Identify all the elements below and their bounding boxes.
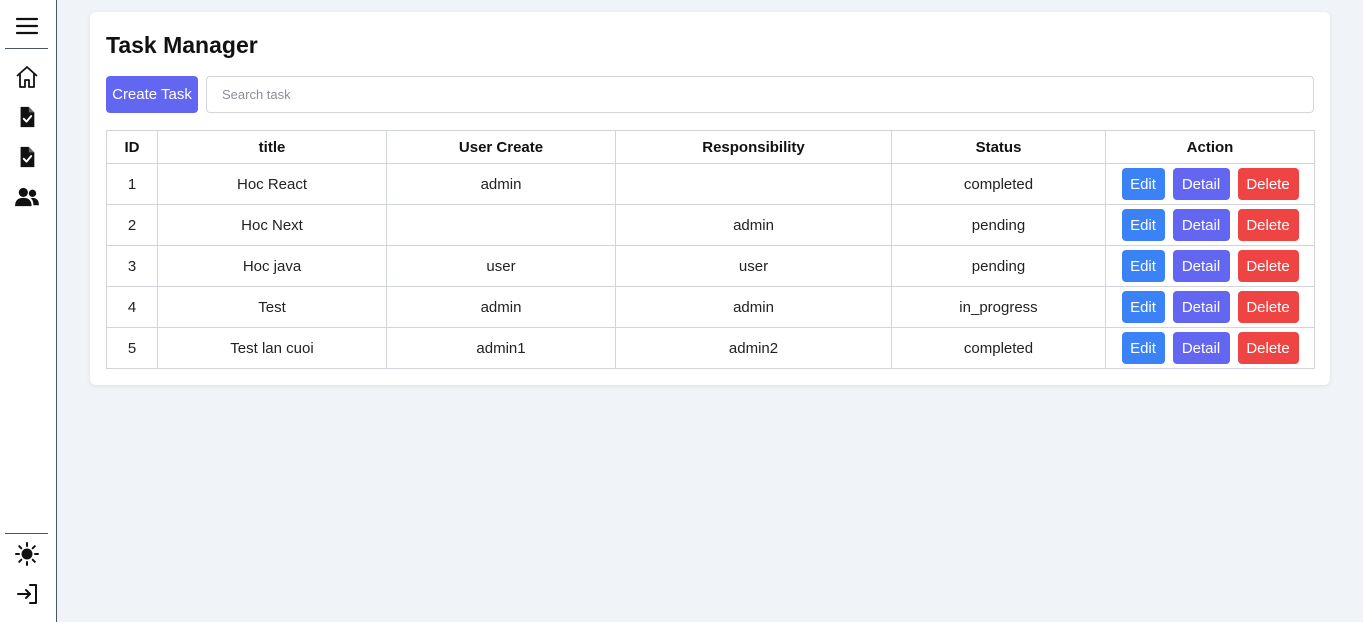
header-id: ID bbox=[106, 130, 158, 164]
header-responsibility: Responsibility bbox=[615, 130, 892, 164]
create-task-button[interactable]: Create Task bbox=[106, 76, 198, 113]
header-user-create: User Create bbox=[386, 130, 616, 164]
sidebar bbox=[0, 0, 57, 622]
detail-button[interactable]: Detail bbox=[1172, 209, 1230, 241]
cell-id: 5 bbox=[106, 327, 158, 369]
header-action: Action bbox=[1105, 130, 1315, 164]
page-title: Task Manager bbox=[106, 32, 258, 58]
sun-theme-icon[interactable] bbox=[12, 539, 42, 569]
cell-actions: Edit Detail Delete bbox=[1105, 286, 1315, 328]
users-icon[interactable] bbox=[12, 182, 42, 212]
task-manager-card: Task Manager Create Task ID title User C… bbox=[90, 12, 1330, 385]
delete-button[interactable]: Delete bbox=[1237, 209, 1299, 241]
cell-title: Test bbox=[157, 286, 387, 328]
cell-title: Hoc java bbox=[157, 245, 387, 287]
sidebar-divider-top bbox=[5, 48, 48, 49]
home-icon[interactable] bbox=[12, 62, 42, 92]
detail-button[interactable]: Detail bbox=[1172, 250, 1230, 282]
table-header-row: ID title User Create Responsibility Stat… bbox=[106, 130, 1315, 164]
cell-responsibility bbox=[615, 163, 892, 205]
cell-status: in_progress bbox=[891, 286, 1106, 328]
cell-actions: Edit Detail Delete bbox=[1105, 245, 1315, 287]
cell-actions: Edit Detail Delete bbox=[1105, 163, 1315, 205]
logout-icon[interactable] bbox=[12, 579, 42, 609]
delete-button[interactable]: Delete bbox=[1237, 291, 1299, 323]
cell-actions: Edit Detail Delete bbox=[1105, 204, 1315, 246]
table-row: 5 Test lan cuoi admin1 admin2 completed … bbox=[106, 327, 1315, 369]
cell-responsibility: admin2 bbox=[615, 327, 892, 369]
cell-user-create: admin bbox=[386, 163, 616, 205]
menu-icon[interactable] bbox=[12, 11, 42, 41]
table-row: 2 Hoc Next admin pending Edit Detail Del… bbox=[106, 204, 1315, 246]
cell-status: completed bbox=[891, 163, 1106, 205]
cell-id: 2 bbox=[106, 204, 158, 246]
cell-status: completed bbox=[891, 327, 1106, 369]
table-row: 3 Hoc java user user pending Edit Detail… bbox=[106, 245, 1315, 287]
table-row: 1 Hoc React admin completed Edit Detail … bbox=[106, 163, 1315, 205]
cell-user-create: admin bbox=[386, 286, 616, 328]
edit-button[interactable]: Edit bbox=[1121, 209, 1165, 241]
cell-actions: Edit Detail Delete bbox=[1105, 327, 1315, 369]
edit-button[interactable]: Edit bbox=[1121, 291, 1165, 323]
edit-button[interactable]: Edit bbox=[1121, 250, 1165, 282]
cell-responsibility: admin bbox=[615, 204, 892, 246]
delete-button[interactable]: Delete bbox=[1237, 168, 1299, 200]
cell-id: 4 bbox=[106, 286, 158, 328]
edit-button[interactable]: Edit bbox=[1121, 168, 1165, 200]
cell-user-create bbox=[386, 204, 616, 246]
delete-button[interactable]: Delete bbox=[1237, 250, 1299, 282]
cell-responsibility: user bbox=[615, 245, 892, 287]
header-status: Status bbox=[891, 130, 1106, 164]
delete-button[interactable]: Delete bbox=[1237, 332, 1299, 364]
task-table: ID title User Create Responsibility Stat… bbox=[106, 130, 1315, 369]
cell-id: 1 bbox=[106, 163, 158, 205]
search-input[interactable] bbox=[206, 76, 1314, 113]
cell-title: Hoc React bbox=[157, 163, 387, 205]
detail-button[interactable]: Detail bbox=[1172, 291, 1230, 323]
detail-button[interactable]: Detail bbox=[1172, 168, 1230, 200]
cell-title: Test lan cuoi bbox=[157, 327, 387, 369]
header-title: title bbox=[157, 130, 387, 164]
sidebar-divider-bottom bbox=[5, 533, 48, 534]
cell-id: 3 bbox=[106, 245, 158, 287]
cell-user-create: user bbox=[386, 245, 616, 287]
task-document-icon[interactable] bbox=[12, 102, 42, 132]
cell-responsibility: admin bbox=[615, 286, 892, 328]
cell-status: pending bbox=[891, 204, 1106, 246]
task-check-document-icon[interactable] bbox=[12, 142, 42, 172]
cell-title: Hoc Next bbox=[157, 204, 387, 246]
table-row: 4 Test admin admin in_progress Edit Deta… bbox=[106, 286, 1315, 328]
cell-status: pending bbox=[891, 245, 1106, 287]
cell-user-create: admin1 bbox=[386, 327, 616, 369]
detail-button[interactable]: Detail bbox=[1172, 332, 1230, 364]
edit-button[interactable]: Edit bbox=[1121, 332, 1165, 364]
